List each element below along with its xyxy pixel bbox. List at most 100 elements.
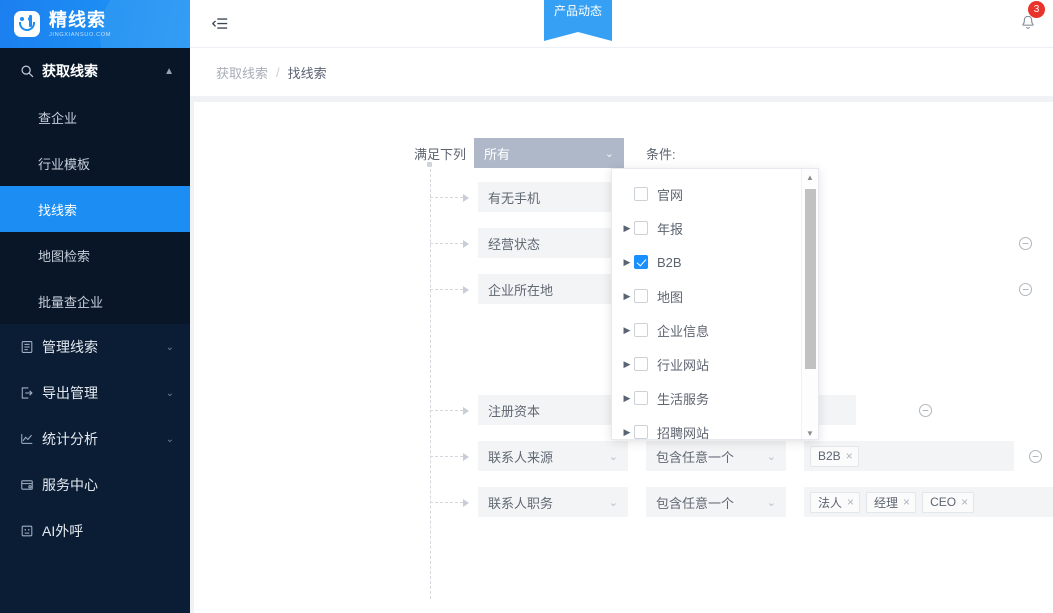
sidebar-item-ai-call[interactable]: AI外呼	[0, 508, 190, 554]
scroll-up-arrow-icon[interactable]: ▲	[802, 169, 818, 185]
filter-builder-card: 满足下列 所有 ⌄ 条件: 有无手机 ⌄ 有 ⌄	[194, 102, 1053, 613]
chevron-up-icon: ▲	[164, 66, 174, 77]
value-tag[interactable]: 法人 ×	[810, 492, 860, 513]
breadcrumb-separator: /	[276, 65, 280, 80]
value-tag[interactable]: CEO ×	[922, 492, 974, 513]
minus-circle-icon[interactable]	[1018, 236, 1033, 251]
checkbox[interactable]	[634, 255, 648, 269]
sidebar-subitem-label: 找线索	[38, 200, 77, 219]
minus-circle-icon[interactable]	[1018, 282, 1033, 297]
list-item-label: 地图	[657, 287, 683, 306]
expand-arrow-icon[interactable]: ▶	[620, 359, 634, 370]
value-tag-label: 经理	[874, 494, 898, 511]
top-header: 产品动态 3	[190, 0, 1053, 48]
sidebar-group-acquire[interactable]: 获取线索 ▲	[0, 48, 190, 94]
expand-arrow-icon[interactable]: ▶	[620, 325, 634, 336]
list-item[interactable]: ▶ 企业信息	[612, 313, 802, 347]
chevron-down-icon: ⌄	[166, 342, 174, 353]
expand-arrow-icon[interactable]: ▶	[620, 223, 634, 234]
list-item[interactable]: ▶ 招聘网站	[612, 415, 802, 440]
notifications-button[interactable]: 3	[1013, 8, 1043, 38]
value-tag[interactable]: 经理 ×	[866, 492, 916, 513]
list-item-label: B2B	[657, 255, 682, 270]
table-row: 联系人职务 ⌄ 包含任意一个 ⌄ 法人 × 经理 ×	[430, 487, 1053, 517]
brand-logo[interactable]: 精线索 JINGXIANSUO.COM	[0, 0, 190, 48]
minus-circle-icon[interactable]	[918, 403, 933, 418]
scroll-down-arrow-icon[interactable]: ▼	[802, 425, 818, 440]
condition-field-select[interactable]: 经营状态 ⌄	[478, 228, 628, 258]
sidebar-item-statistics[interactable]: 统计分析 ⌄	[0, 416, 190, 462]
chart-icon	[20, 432, 38, 446]
sidebar-item-service-center[interactable]: 服务中心	[0, 462, 190, 508]
condition-tag-input[interactable]: B2B ×	[804, 441, 1014, 471]
sidebar-item-industry-template[interactable]: 行业模板	[0, 140, 190, 186]
condition-tag-input[interactable]: 法人 × 经理 × CEO ×	[804, 487, 1053, 517]
list-item[interactable]: ▶ B2B	[612, 245, 802, 279]
scrollbar-thumb[interactable]	[805, 189, 816, 369]
sidebar-item-manage-leads[interactable]: 管理线索 ⌄	[0, 324, 190, 370]
brand-subtitle: JINGXIANSUO.COM	[49, 32, 111, 38]
checkbox[interactable]	[634, 357, 648, 371]
close-icon[interactable]: ×	[846, 449, 853, 463]
condition-field-select[interactable]: 企业所在地 ⌄	[478, 274, 628, 304]
chevron-down-icon: ⌄	[609, 496, 618, 509]
source-dropdown-panel: ▶ 官网 ▶ 年报 ▶ B2B ▶	[611, 168, 819, 440]
expand-arrow-icon[interactable]: ▶	[620, 291, 634, 302]
condition-operator-select[interactable]: 包含任意一个 ⌄	[646, 487, 786, 517]
checkbox[interactable]	[634, 221, 648, 235]
condition-field-select[interactable]: 联系人来源 ⌄	[478, 441, 628, 471]
expand-arrow-icon[interactable]: ▶	[620, 257, 634, 268]
list-item[interactable]: ▶ 生活服务	[612, 381, 802, 415]
chevron-down-icon: ⌄	[605, 147, 614, 160]
sidebar-item-batch-check[interactable]: 批量查企业	[0, 278, 190, 324]
row-actions	[1018, 282, 1033, 297]
tree-connector	[430, 197, 468, 198]
tree-connector	[430, 456, 468, 457]
condition-field-select[interactable]: 有无手机 ⌄	[478, 182, 628, 212]
chevron-down-icon: ⌄	[767, 450, 776, 463]
minus-circle-icon[interactable]	[1028, 449, 1043, 464]
brand-text: 精线索 JINGXIANSUO.COM	[49, 11, 114, 38]
sidebar-item-label: AI外呼	[38, 521, 174, 541]
close-icon[interactable]: ×	[961, 495, 968, 509]
checkbox[interactable]	[634, 425, 648, 439]
clipboard-icon	[20, 340, 38, 354]
list-item[interactable]: ▶ 地图	[612, 279, 802, 313]
product-news-ribbon[interactable]: 产品动态	[544, 0, 612, 32]
sidebar-item-map-search[interactable]: 地图检索	[0, 232, 190, 278]
value-tag[interactable]: B2B ×	[810, 446, 859, 467]
dropdown-scrollbar[interactable]: ▲ ▼	[801, 169, 818, 440]
row-actions	[1028, 449, 1043, 464]
tree-connector	[430, 502, 468, 503]
close-icon[interactable]: ×	[847, 495, 854, 509]
sidebar-item-label: 管理线索	[38, 337, 166, 357]
robot-icon	[20, 524, 38, 538]
breadcrumb-current: 找线索	[288, 63, 327, 82]
sidebar-item-export-manage[interactable]: 导出管理 ⌄	[0, 370, 190, 416]
search-icon	[20, 64, 38, 78]
sidebar-item-find-leads[interactable]: 找线索	[0, 186, 190, 232]
checkbox[interactable]	[634, 289, 648, 303]
condition-operator-select[interactable]: 包含任意一个 ⌄	[646, 441, 786, 471]
expand-arrow-icon[interactable]: ▶	[620, 427, 634, 438]
sidebar-item-check-company[interactable]: 查企业	[0, 94, 190, 140]
condition-field-select[interactable]: 联系人职务 ⌄	[478, 487, 628, 517]
checkbox[interactable]	[634, 391, 648, 405]
checkbox[interactable]	[634, 187, 648, 201]
condition-field-select[interactable]: 注册资本 ⌄	[478, 395, 628, 425]
sidebar-group-label: 获取线索	[38, 61, 164, 81]
list-item[interactable]: ▶ 年报	[612, 211, 802, 245]
match-mode-value: 所有	[484, 144, 605, 163]
menu-fold-icon[interactable]	[204, 8, 236, 40]
list-item[interactable]: ▶ 官网	[612, 177, 802, 211]
export-icon	[20, 386, 38, 400]
sidebar-item-label: 导出管理	[38, 383, 166, 403]
match-mode-select[interactable]: 所有 ⌄	[474, 138, 624, 168]
expand-arrow-icon[interactable]: ▶	[620, 393, 634, 404]
close-icon[interactable]: ×	[903, 495, 910, 509]
checkbox[interactable]	[634, 323, 648, 337]
breadcrumb-parent[interactable]: 获取线索	[216, 63, 268, 82]
chevron-down-icon: ⌄	[609, 450, 618, 463]
table-row: 联系人来源 ⌄ 包含任意一个 ⌄ B2B ×	[430, 441, 1043, 471]
list-item[interactable]: ▶ 行业网站	[612, 347, 802, 381]
